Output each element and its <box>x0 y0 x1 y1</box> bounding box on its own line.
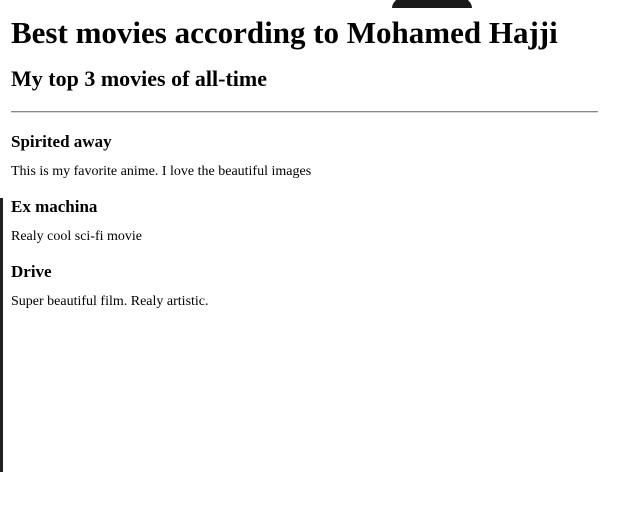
left-edge-divider <box>0 198 3 472</box>
movie-item: Drive Super beautiful film. Realy artist… <box>11 262 598 311</box>
decorative-shape <box>392 0 472 8</box>
movie-description: This is my favorite anime. I love the be… <box>11 163 312 179</box>
movie-title: Spirited away <box>11 131 112 151</box>
movie-description: Realy cool sci-fi movie <box>11 229 143 245</box>
page-content: Best movies according to Mohamed Hajji M… <box>11 14 598 311</box>
page-subtitle: My top 3 movies of all-time <box>11 66 267 92</box>
movie-title: Drive <box>11 261 52 281</box>
page-title: Best movies according to Mohamed Hajji <box>11 15 558 50</box>
movie-item: Spirited away This is my favorite anime.… <box>11 132 598 181</box>
movie-list: Spirited away This is my favorite anime.… <box>11 132 598 312</box>
movie-item: Ex machina Realy cool sci-fi movie <box>11 197 598 246</box>
movie-description: Super beautiful film. Realy artistic. <box>11 294 209 310</box>
movie-title: Ex machina <box>11 196 98 216</box>
horizontal-rule <box>11 110 598 113</box>
